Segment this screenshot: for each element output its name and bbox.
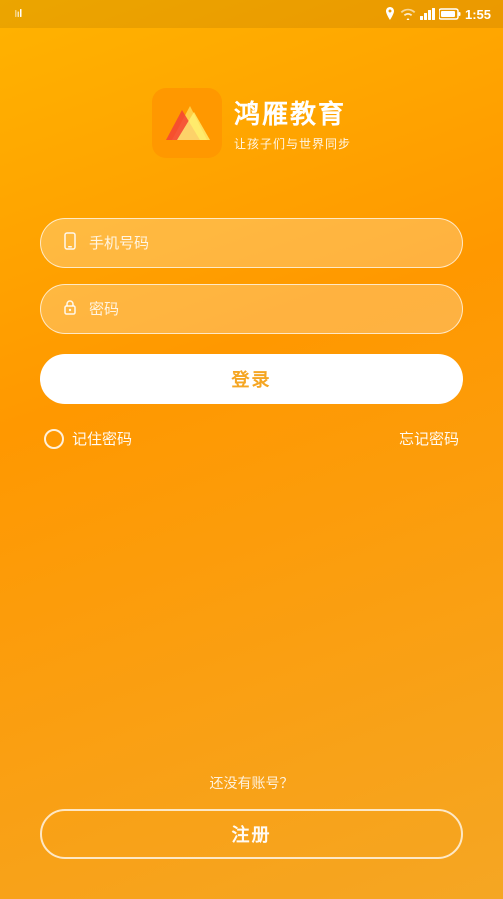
notification-icons	[12, 8, 28, 20]
login-button[interactable]: 登录	[40, 354, 463, 404]
app-title: 鸿雁教育	[234, 94, 351, 131]
bottom-section: 还没有账号？ 注册	[0, 773, 503, 859]
logo-section: 鸿雁教育 让孩子们与世界同步	[152, 88, 351, 158]
password-input-wrapper	[40, 284, 463, 334]
location-icon	[384, 7, 396, 21]
remember-checkbox[interactable]	[44, 429, 64, 449]
logo-image	[152, 88, 222, 158]
lock-svg-icon	[61, 298, 79, 316]
phone-input[interactable]	[89, 235, 442, 252]
phone-icon	[61, 232, 79, 255]
remember-label: 记住密码	[72, 428, 132, 449]
phone-input-wrapper	[40, 218, 463, 268]
lock-icon	[61, 298, 79, 321]
app-logo-svg	[152, 88, 222, 158]
app-subtitle: 让孩子们与世界同步	[234, 135, 351, 152]
remember-password-toggle[interactable]: 记住密码	[44, 428, 132, 449]
form-section: 登录 记住密码 忘记密码	[40, 218, 463, 449]
forgot-password-link[interactable]: 忘记密码	[399, 428, 459, 449]
logo-text-block: 鸿雁教育 让孩子们与世界同步	[234, 94, 351, 152]
register-button[interactable]: 注册	[40, 809, 463, 859]
signal-icon	[420, 8, 435, 20]
no-account-text: 还没有账号？	[210, 773, 294, 793]
remember-row: 记住密码 忘记密码	[40, 428, 463, 449]
phone-svg-icon	[61, 232, 79, 250]
wifi-icon	[400, 8, 416, 20]
status-bar: 1:55	[0, 0, 503, 28]
status-bar-right: 1:55	[384, 7, 491, 22]
time-display: 1:55	[465, 7, 491, 22]
main-container: 鸿雁教育 让孩子们与世界同步	[0, 28, 503, 899]
battery-icon	[439, 8, 461, 20]
password-input[interactable]	[89, 301, 442, 318]
status-bar-left	[12, 8, 28, 20]
